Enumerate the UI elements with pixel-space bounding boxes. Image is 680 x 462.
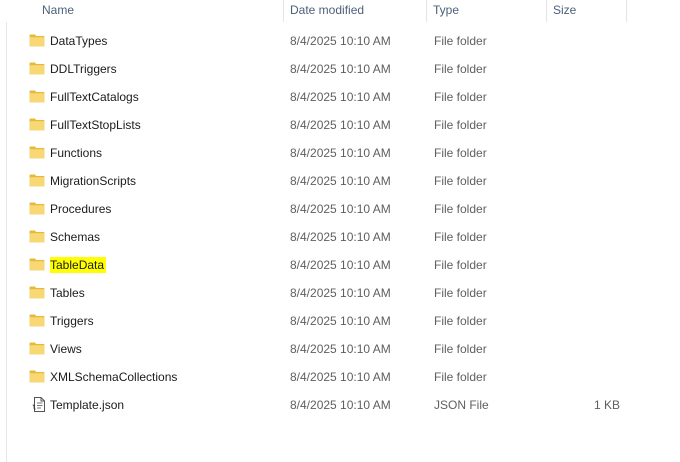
folder-icon: [29, 307, 47, 335]
column-header-date-label: Date modified: [290, 3, 365, 17]
item-date-modified: 8/4/2025 10:10 AM: [290, 62, 391, 76]
item-date-modified: 8/4/2025 10:10 AM: [290, 342, 391, 356]
item-date-modified: 8/4/2025 10:10 AM: [290, 202, 391, 216]
item-date-modified: 8/4/2025 10:10 AM: [290, 146, 391, 160]
item-size: [547, 251, 620, 279]
file-explorer-list: Name Date modified Type Size DataTypes 8/…: [0, 0, 680, 462]
column-header-date-modified[interactable]: Date modified: [284, 0, 427, 22]
item-name: FullTextStopLists: [50, 118, 141, 132]
list-item-template-json[interactable]: Template.json 8/4/2025 10:10 AM JSON File 1…: [0, 391, 680, 419]
item-date-modified: 8/4/2025 10:10 AM: [290, 314, 391, 328]
item-size: [547, 279, 620, 307]
item-size: [547, 195, 620, 223]
list-item-procedures[interactable]: Procedures 8/4/2025 10:10 AM File folder: [0, 195, 680, 223]
file-list: DataTypes 8/4/2025 10:10 AM File folder DDL…: [0, 27, 680, 419]
item-type: File folder: [434, 314, 487, 328]
list-item-datatypes[interactable]: DataTypes 8/4/2025 10:10 AM File folder: [0, 27, 680, 55]
item-date-modified: 8/4/2025 10:10 AM: [290, 258, 391, 272]
item-name: TableData: [50, 257, 107, 273]
item-name: FullTextCatalogs: [50, 90, 139, 104]
folder-icon: [29, 223, 47, 251]
item-name: DDLTriggers: [50, 62, 117, 76]
item-name: Schemas: [50, 230, 101, 244]
item-size: 1 KB: [593, 398, 620, 412]
list-item-schemas[interactable]: Schemas 8/4/2025 10:10 AM File folder: [0, 223, 680, 251]
item-date-modified: 8/4/2025 10:10 AM: [290, 118, 391, 132]
item-size: [547, 363, 620, 391]
list-item-tables[interactable]: Tables 8/4/2025 10:10 AM File folder: [0, 279, 680, 307]
item-name: DataTypes: [50, 34, 108, 48]
item-type: File folder: [434, 174, 487, 188]
item-date-modified: 8/4/2025 10:10 AM: [290, 286, 391, 300]
item-date-modified: 8/4/2025 10:10 AM: [290, 370, 391, 384]
folder-icon: [29, 27, 47, 55]
item-size: [547, 55, 620, 83]
item-size: [547, 167, 620, 195]
item-size: [547, 139, 620, 167]
json-file-icon: [29, 391, 47, 419]
item-size: [547, 307, 620, 335]
item-type: File folder: [434, 370, 487, 384]
list-item-fulltextcatalogs[interactable]: FullTextCatalogs 8/4/2025 10:10 AM File fo…: [0, 83, 680, 111]
item-name: MigrationScripts: [50, 174, 137, 188]
item-type: File folder: [434, 230, 487, 244]
item-name: XMLSchemaCollections: [50, 370, 178, 384]
folder-icon: [29, 335, 47, 363]
list-item-ddltriggers[interactable]: DDLTriggers 8/4/2025 10:10 AM File folder: [0, 55, 680, 83]
item-type: File folder: [434, 146, 487, 160]
item-type: File folder: [434, 34, 487, 48]
column-header-type-label: Type: [433, 3, 460, 17]
list-item-fulltextstoplists[interactable]: FullTextStopLists 8/4/2025 10:10 AM File f…: [0, 111, 680, 139]
item-date-modified: 8/4/2025 10:10 AM: [290, 398, 391, 412]
item-size: [547, 223, 620, 251]
column-header-name-label: Name: [42, 3, 75, 17]
item-size: [547, 335, 620, 363]
item-type: File folder: [434, 118, 487, 132]
item-name: Triggers: [50, 314, 94, 328]
folder-icon: [29, 195, 47, 223]
list-item-functions[interactable]: Functions 8/4/2025 10:10 AM File folder: [0, 139, 680, 167]
item-type: JSON File: [434, 398, 489, 412]
column-header-size[interactable]: Size: [547, 0, 627, 22]
item-name: Views: [50, 342, 82, 356]
item-type: File folder: [434, 258, 487, 272]
item-type: File folder: [434, 62, 487, 76]
item-date-modified: 8/4/2025 10:10 AM: [290, 230, 391, 244]
item-date-modified: 8/4/2025 10:10 AM: [290, 90, 391, 104]
list-item-views[interactable]: Views 8/4/2025 10:10 AM File folder: [0, 335, 680, 363]
item-name: Tables: [50, 286, 85, 300]
item-name: Functions: [50, 146, 103, 160]
folder-icon: [29, 363, 47, 391]
folder-icon: [29, 111, 47, 139]
folder-icon: [29, 251, 47, 279]
folder-icon: [29, 279, 47, 307]
item-date-modified: 8/4/2025 10:10 AM: [290, 174, 391, 188]
item-size: [547, 83, 620, 111]
list-item-triggers[interactable]: Triggers 8/4/2025 10:10 AM File folder: [0, 307, 680, 335]
item-type: File folder: [434, 342, 487, 356]
column-separator[interactable]: [626, 0, 627, 22]
item-type: File folder: [434, 90, 487, 104]
list-item-tabledata[interactable]: TableData 8/4/2025 10:10 AM File folder: [0, 251, 680, 279]
list-item-xmlschemacollections[interactable]: XMLSchemaCollections 8/4/2025 10:10 AM Fil…: [0, 363, 680, 391]
column-header-name[interactable]: Name: [36, 0, 284, 22]
item-size: [547, 111, 620, 139]
item-type: File folder: [434, 286, 487, 300]
column-header-size-label: Size: [553, 3, 577, 17]
column-header-row: Name Date modified Type Size: [0, 0, 680, 22]
folder-icon: [29, 83, 47, 111]
folder-icon: [29, 55, 47, 83]
item-size: [547, 27, 620, 55]
list-item-migrationscripts[interactable]: MigrationScripts 8/4/2025 10:10 AM File fo…: [0, 167, 680, 195]
column-header-type[interactable]: Type: [427, 0, 547, 22]
item-name: Template.json: [50, 398, 125, 412]
folder-icon: [29, 139, 47, 167]
item-name: Procedures: [50, 202, 112, 216]
item-type: File folder: [434, 202, 487, 216]
item-date-modified: 8/4/2025 10:10 AM: [290, 34, 391, 48]
folder-icon: [29, 167, 47, 195]
